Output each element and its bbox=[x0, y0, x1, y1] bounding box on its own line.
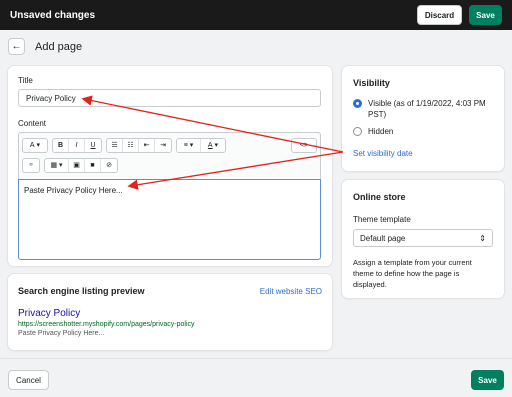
online-store-card: Online store Theme template Default page… bbox=[342, 180, 504, 298]
footer-divider bbox=[0, 358, 512, 359]
back-button[interactable]: ← bbox=[8, 38, 25, 55]
hidden-option[interactable]: Hidden bbox=[353, 126, 493, 137]
font-group: A ▾ bbox=[22, 137, 48, 153]
table-dropdown-icon[interactable]: ▦ ▾ bbox=[45, 158, 69, 172]
cancel-button[interactable]: Cancel bbox=[8, 370, 49, 390]
page-title: Add page bbox=[35, 40, 83, 53]
outdent-icon[interactable]: ⇤ bbox=[139, 138, 155, 152]
radio-selected-icon[interactable] bbox=[353, 99, 362, 108]
seo-heading: Search engine listing preview bbox=[18, 286, 145, 296]
arrow-left-icon: ← bbox=[11, 41, 22, 52]
align-dropdown[interactable]: ≡ ▾ bbox=[177, 138, 201, 152]
code-group: <> bbox=[291, 137, 317, 153]
insert-group: ⚭ bbox=[22, 157, 40, 173]
theme-template-help: Assign a template from your current them… bbox=[353, 258, 472, 289]
link-icon[interactable]: ⚭ bbox=[23, 159, 39, 172]
visible-label: Visible (as of 1/19/2022, 4:03 PM PST) bbox=[368, 99, 486, 119]
show-html-button[interactable]: <> bbox=[292, 139, 316, 152]
visible-option[interactable]: Visible (as of 1/19/2022, 4:03 PM PST) bbox=[353, 98, 493, 120]
visibility-heading: Visibility bbox=[353, 78, 390, 88]
select-arrows-icon: ⇕ bbox=[479, 233, 486, 243]
edit-seo-link[interactable]: Edit website SEO bbox=[260, 287, 322, 296]
media-group: ▦ ▾ ▣ ■ ⊘ bbox=[44, 157, 118, 173]
text-color-dropdown[interactable]: A ▾ bbox=[201, 139, 225, 152]
seo-url: https://screenshotter.myshopify.com/page… bbox=[18, 321, 195, 328]
theme-template-select[interactable]: Default page ⇕ bbox=[353, 229, 493, 247]
italic-button[interactable]: I bbox=[69, 138, 85, 152]
page-details-card: Title Privacy Policy Content A ▾ B I U ☰… bbox=[8, 66, 332, 266]
bold-button[interactable]: B bbox=[53, 138, 69, 152]
radio-unselected-icon[interactable] bbox=[353, 127, 362, 136]
underline-button[interactable]: U bbox=[85, 139, 101, 152]
top-bar-actions: Discard Save bbox=[417, 5, 502, 25]
title-input[interactable]: Privacy Policy bbox=[18, 89, 321, 107]
editor-toolbar: A ▾ B I U ☰ ☷ ⇤ ⇥ ≡ ▾ A ▾ <> ⚭ ▦ ▾ ▣ ■ ⊘ bbox=[18, 132, 321, 179]
video-icon[interactable]: ■ bbox=[85, 158, 101, 172]
save-button-top[interactable]: Save bbox=[469, 5, 502, 25]
bullet-list-icon[interactable]: ☰ bbox=[107, 138, 123, 152]
set-visibility-date-link[interactable]: Set visibility date bbox=[353, 149, 493, 158]
seo-description: Paste Privacy Policy Here... bbox=[18, 330, 105, 337]
unsaved-changes-title: Unsaved changes bbox=[10, 9, 96, 21]
clear-formatting-icon[interactable]: ⊘ bbox=[101, 159, 117, 172]
page-header: ← Add page bbox=[8, 38, 82, 55]
hidden-label: Hidden bbox=[368, 127, 394, 136]
content-label: Content bbox=[18, 119, 47, 128]
indent-icon[interactable]: ⇥ bbox=[155, 139, 171, 152]
content-editor[interactable]: Paste Privacy Policy Here... bbox=[18, 179, 321, 260]
seo-preview-card: Search engine listing preview Edit websi… bbox=[8, 274, 332, 350]
seo-title: Privacy Policy bbox=[18, 308, 81, 319]
title-label: Title bbox=[18, 76, 33, 85]
image-icon[interactable]: ▣ bbox=[69, 158, 85, 172]
text-format-group: B I U bbox=[52, 137, 102, 153]
discard-button[interactable]: Discard bbox=[417, 5, 462, 25]
list-group: ☰ ☷ ⇤ ⇥ bbox=[106, 137, 172, 153]
theme-template-value: Default page bbox=[360, 233, 406, 243]
font-style-dropdown[interactable]: A ▾ bbox=[23, 139, 47, 152]
theme-template-label: Theme template bbox=[353, 215, 411, 224]
numbered-list-icon[interactable]: ☷ bbox=[123, 138, 139, 152]
top-bar: Unsaved changes Discard Save bbox=[0, 0, 512, 30]
align-color-group: ≡ ▾ A ▾ bbox=[176, 137, 226, 153]
visibility-card: Visibility Visible (as of 1/19/2022, 4:0… bbox=[342, 66, 504, 171]
online-store-heading: Online store bbox=[353, 192, 406, 202]
save-button-bottom[interactable]: Save bbox=[471, 370, 504, 390]
